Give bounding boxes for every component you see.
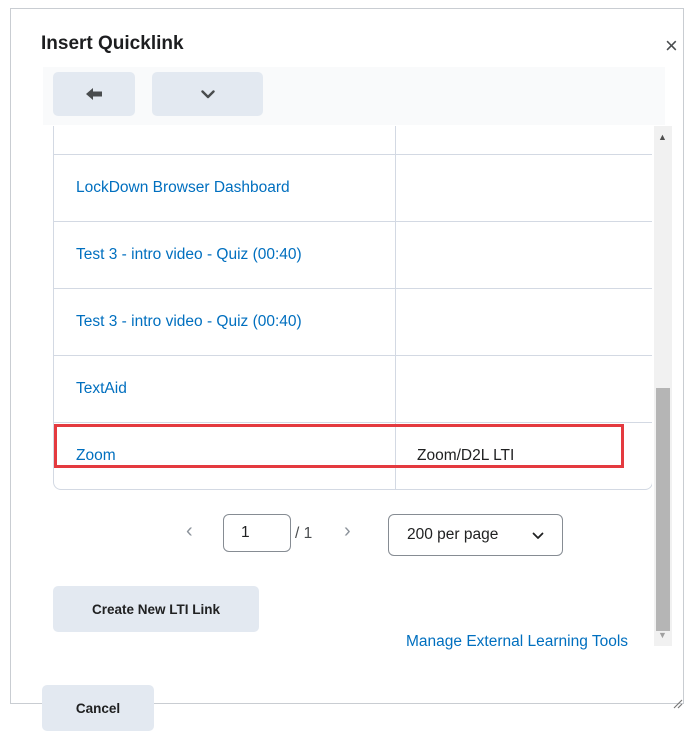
page-count: / 1 [295,525,313,542]
chevron-down-icon [532,532,544,539]
quicklink-type [396,126,652,154]
cancel-button[interactable]: Cancel [42,685,154,731]
table-row [54,126,652,154]
scroll-region: LockDown Browser Dashboard Test 3 - intr… [42,126,652,646]
scroll-up-icon[interactable]: ▲ [658,132,667,142]
quicklink-table: LockDown Browser Dashboard Test 3 - intr… [53,126,652,490]
back-button[interactable] [53,72,135,116]
per-page-value: 200 per page [407,526,499,543]
dialog-title: Insert Quicklink [41,33,184,54]
table-row: LockDown Browser Dashboard [54,154,652,221]
quicklink-name[interactable]: Zoom [76,447,116,465]
quicklink-name[interactable]: Test 3 - intro video - Quiz (00:40) [76,313,302,331]
previous-page-icon[interactable]: ‹ [186,520,193,543]
next-page-icon[interactable]: › [344,520,351,543]
manage-external-learning-tools-link[interactable]: Manage External Learning Tools [406,633,628,651]
table-row: Test 3 - intro video - Quiz (00:40) [54,288,652,355]
scroll-down-icon[interactable]: ▼ [658,630,667,640]
per-page-select[interactable]: 200 per page [388,514,563,556]
table-row: TextAid [54,355,652,422]
close-icon[interactable]: × [665,35,678,57]
quicklink-name[interactable]: TextAid [76,380,127,398]
scrollbar[interactable]: ▲ ▼ [654,126,672,646]
pagination: ‹ / 1 › 200 per page [11,514,671,562]
quicklink-type [396,155,652,221]
insert-quicklink-dialog: Insert Quicklink × LockDown Browser Dash… [10,8,684,731]
quicklink-type [396,289,652,355]
menu-dropdown-button[interactable] [152,72,263,116]
page-number-input[interactable] [223,514,291,552]
scrollbar-thumb[interactable] [656,388,670,631]
quicklink-type [396,356,652,422]
toolbar [43,67,665,125]
quicklink-name[interactable]: LockDown Browser Dashboard [76,179,290,197]
quicklink-type: Zoom/D2L LTI [417,447,515,464]
quicklink-type [396,222,652,288]
table-row: Test 3 - intro video - Quiz (00:40) [54,221,652,288]
resize-grip-icon[interactable] [671,697,683,709]
back-arrow-icon [86,88,102,100]
table-row: Zoom Zoom/D2L LTI [54,422,652,489]
create-new-lti-link-button[interactable]: Create New LTI Link [53,586,259,632]
quicklink-name[interactable]: Test 3 - intro video - Quiz (00:40) [76,246,302,264]
chevron-down-icon [200,89,215,98]
